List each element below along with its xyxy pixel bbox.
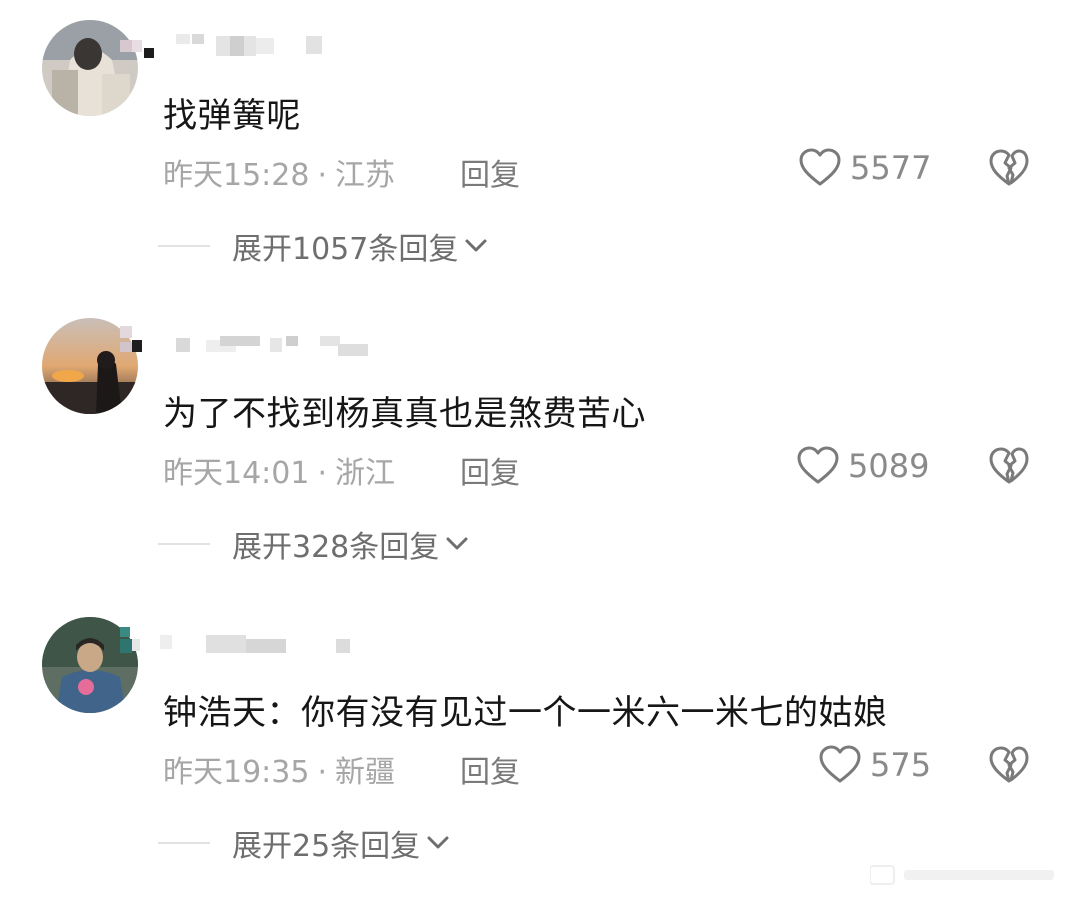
like-button[interactable]: 575 [818,743,931,787]
like-button[interactable]: 5089 [796,444,929,488]
comment-text: 为了不找到杨真真也是煞费苦心 [163,394,646,434]
divider-line [158,842,210,844]
divider-line [158,245,210,247]
chevron-down-icon [427,836,449,849]
broken-heart-icon [989,746,1029,783]
meta-separator: · [317,755,328,790]
comment-time: 昨天19:35 [163,755,310,790]
like-count: 5089 [848,447,930,485]
chevron-down-icon [446,537,468,550]
comment-item: 找弹簧呢 昨天15:28 · 江苏 回复 5577 展开1057条回复 [0,0,1080,298]
expand-replies-button[interactable]: 展开328条回复 [158,524,471,565]
reply-button[interactable]: 回复 [460,150,520,194]
broken-heart-icon [989,149,1029,186]
comment-item: 钟浩天：你有没有见过一个一米六一米七的姑娘 昨天19:35 · 新疆 回复 575 … [0,597,1080,895]
dislike-button[interactable] [988,446,1030,488]
comment-meta: 昨天19:35 · 新疆 [163,747,395,791]
comment-item: 为了不找到杨真真也是煞费苦心 昨天14:01 · 浙江 回复 5089 展开328条… [0,298,1080,596]
like-count: 5577 [850,149,932,187]
broken-heart-icon [989,447,1029,484]
username-mosaic [120,22,380,62]
comment-location: 江苏 [335,158,396,193]
expand-replies-label: 展开25条回复 [232,829,421,864]
username-mosaic [120,619,380,659]
comment-meta: 昨天14:01 · 浙江 [163,448,395,492]
comment-location: 浙江 [335,456,396,491]
dislike-button[interactable] [988,148,1030,190]
heart-outline-icon [819,745,861,783]
comment-location: 新疆 [335,755,396,790]
username-mosaic [120,320,380,360]
comment-time: 昨天14:01 [163,456,310,491]
meta-separator: · [317,456,328,491]
comment-meta: 昨天15:28 · 江苏 [163,150,395,194]
like-count: 575 [870,746,932,784]
comment-text: 找弹簧呢 [163,96,301,136]
chevron-down-icon [465,239,487,252]
reply-button[interactable]: 回复 [460,448,520,492]
heart-outline-icon [799,148,841,186]
meta-separator: · [317,158,328,193]
comment-time: 昨天15:28 [163,158,310,193]
expand-replies-label: 展开1057条回复 [232,232,459,267]
comment-list: 找弹簧呢 昨天15:28 · 江苏 回复 5577 展开1057条回复 为了不找… [0,0,1080,898]
dislike-button[interactable] [988,745,1030,787]
reply-button[interactable]: 回复 [460,747,520,791]
expand-replies-button[interactable]: 展开1057条回复 [158,226,490,267]
expand-replies-button[interactable]: 展开25条回复 [158,823,452,864]
watermark [869,862,1060,888]
divider-line [158,543,210,545]
expand-replies-label: 展开328条回复 [232,530,440,565]
heart-outline-icon [797,446,839,484]
like-button[interactable]: 5577 [798,146,931,190]
comment-text: 钟浩天：你有没有见过一个一米六一米七的姑娘 [163,693,888,733]
